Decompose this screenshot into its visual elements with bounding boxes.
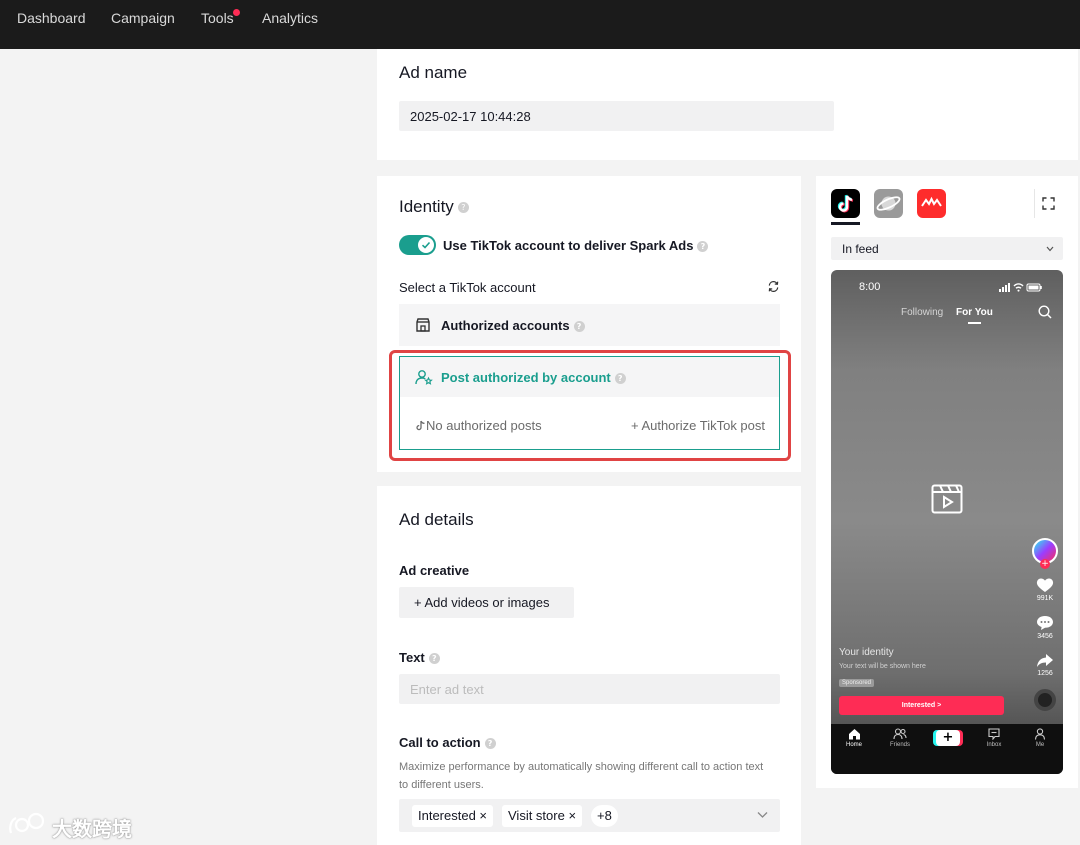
text-label: Text? bbox=[399, 650, 440, 665]
share-icon[interactable] bbox=[1036, 653, 1054, 668]
video-placeholder-icon bbox=[931, 484, 963, 514]
interested-cta-button[interactable]: Interested > bbox=[839, 696, 1004, 715]
text-label-text: Text bbox=[399, 650, 425, 665]
spark-ads-toggle-label: Use TikTok account to deliver Spark Ads? bbox=[443, 238, 709, 253]
check-icon bbox=[421, 241, 431, 249]
tab-inbox[interactable]: Inbox bbox=[971, 728, 1017, 748]
ad-details-card: Ad details Ad creative + Add videos or i… bbox=[377, 486, 801, 845]
nav-campaign[interactable]: Campaign bbox=[111, 10, 175, 26]
refresh-icon[interactable] bbox=[767, 280, 780, 293]
heart-icon[interactable] bbox=[1036, 577, 1054, 593]
profile-icon bbox=[1034, 728, 1046, 740]
tab-inbox-label: Inbox bbox=[986, 742, 1002, 748]
notification-dot bbox=[233, 9, 240, 16]
nav-analytics[interactable]: Analytics bbox=[262, 10, 318, 26]
tab-following[interactable]: Following bbox=[901, 307, 943, 318]
ad-text-input[interactable]: Enter ad text bbox=[399, 674, 780, 704]
create-button-icon: + bbox=[933, 730, 963, 746]
tab-friends[interactable]: Friends bbox=[877, 728, 923, 748]
tab-home-label: Home bbox=[845, 742, 862, 748]
for-you-underline bbox=[968, 322, 981, 324]
chevron-down-icon bbox=[1046, 246, 1054, 252]
music-disc-icon[interactable] bbox=[1034, 689, 1056, 711]
cta-label-text: Call to action bbox=[399, 735, 481, 750]
identity-name: Your identity bbox=[839, 647, 894, 658]
cta-label: Call to action? bbox=[399, 735, 496, 750]
tiktok-logo-icon[interactable] bbox=[831, 189, 860, 218]
share-count: 1256 bbox=[1037, 670, 1053, 677]
authorized-accounts-label: Authorized accounts? bbox=[441, 318, 585, 333]
toggle-label-text: Use TikTok account to deliver Spark Ads bbox=[443, 238, 694, 253]
watermark-logo-icon bbox=[9, 812, 45, 834]
identity-title: Identity? bbox=[399, 197, 469, 217]
spark-ads-toggle[interactable] bbox=[399, 235, 436, 255]
top-nav-bar: Dashboard Campaign Tools Analytics bbox=[0, 0, 1080, 49]
sponsored-badge: Sponsored bbox=[839, 679, 875, 687]
divider bbox=[1034, 189, 1035, 218]
ad-name-title: Ad name bbox=[399, 63, 468, 82]
help-icon[interactable]: ? bbox=[428, 653, 440, 665]
follow-plus-icon[interactable]: + bbox=[1040, 559, 1050, 569]
cta-select[interactable]: Interested × Visit store × +8 bbox=[399, 799, 780, 832]
fullscreen-icon[interactable] bbox=[1042, 197, 1055, 210]
nav-dashboard[interactable]: Dashboard bbox=[17, 10, 86, 26]
tab-me[interactable]: Me bbox=[1017, 728, 1063, 748]
authorized-accounts-option[interactable]: Authorized accounts? bbox=[399, 304, 780, 346]
help-icon[interactable]: ? bbox=[573, 321, 585, 333]
status-time: 8:00 bbox=[859, 281, 881, 293]
phone-preview: 8:00 Following For You + 991K 3456 1256 … bbox=[831, 270, 1063, 774]
tab-me-label: Me bbox=[1035, 742, 1045, 748]
phone-tab-bar: Home Friends + Inbox Me bbox=[831, 724, 1063, 774]
cta-help-line1: Maximize performance by automatically sh… bbox=[399, 761, 764, 773]
cta-chip-more[interactable]: +8 bbox=[591, 805, 618, 827]
ad-creative-label: Ad creative bbox=[399, 563, 470, 578]
authorized-accounts-text: Authorized accounts bbox=[441, 318, 570, 333]
pangle-logo-icon[interactable] bbox=[874, 189, 903, 218]
tab-friends-label: Friends bbox=[889, 742, 910, 748]
identity-text: Your text will be shown here bbox=[839, 663, 926, 670]
help-icon[interactable]: ? bbox=[457, 202, 469, 214]
ad-name-input[interactable]: 2025-02-17 10:44:28 bbox=[399, 101, 834, 131]
cta-chip-interested[interactable]: Interested × bbox=[412, 805, 494, 827]
ad-name-card: Ad name 2025-02-17 10:44:28 bbox=[377, 49, 1078, 160]
cta-help-text: Maximize performance by automatically sh… bbox=[399, 758, 789, 794]
home-icon bbox=[848, 729, 860, 740]
selected-tab-underline bbox=[831, 222, 860, 225]
select-account-label: Select a TikTok account bbox=[399, 280, 536, 295]
create-plus: + bbox=[936, 730, 960, 746]
app-logo-icon[interactable] bbox=[917, 189, 946, 218]
comment-count: 3456 bbox=[1037, 633, 1053, 640]
ad-details-title: Ad details bbox=[399, 510, 474, 529]
search-icon[interactable] bbox=[1038, 305, 1052, 319]
nav-tools[interactable]: Tools bbox=[201, 10, 234, 26]
watermark-text: 大数跨境 bbox=[52, 817, 132, 841]
status-icons bbox=[999, 283, 1042, 292]
identity-title-text: Identity bbox=[399, 197, 454, 216]
add-media-button[interactable]: + Add videos or images bbox=[399, 587, 574, 618]
toggle-knob bbox=[418, 237, 434, 253]
tab-create[interactable]: + bbox=[925, 730, 971, 746]
tab-home[interactable]: Home bbox=[831, 728, 877, 748]
friends-icon bbox=[893, 728, 907, 740]
placement-select-value: In feed bbox=[842, 242, 879, 256]
comment-icon[interactable] bbox=[1036, 615, 1054, 631]
tab-for-you[interactable]: For You bbox=[956, 307, 993, 318]
placement-select[interactable]: In feed bbox=[831, 237, 1063, 260]
chevron-down-icon bbox=[757, 812, 768, 818]
help-icon[interactable]: ? bbox=[697, 241, 709, 253]
inbox-icon bbox=[988, 728, 1000, 740]
highlight-annotation bbox=[389, 350, 791, 461]
store-icon bbox=[416, 318, 430, 332]
cta-help-line2: to different users. bbox=[399, 779, 484, 791]
cta-chip-visit-store[interactable]: Visit store × bbox=[502, 805, 583, 827]
help-icon[interactable]: ? bbox=[484, 738, 496, 750]
like-count: 991K bbox=[1036, 595, 1054, 602]
